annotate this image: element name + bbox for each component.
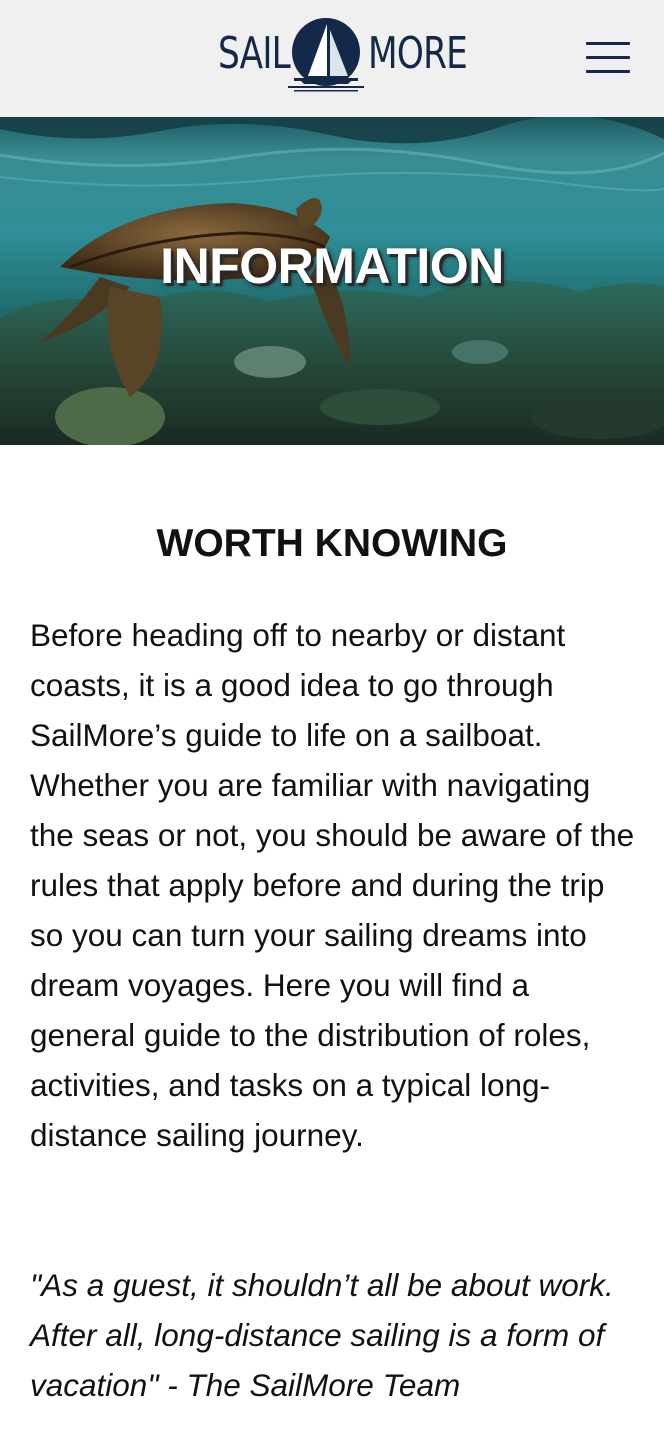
team-quote: "As a guest, it shouldn’t all be about w…: [30, 1267, 614, 1403]
logo-text-sail: SAIL: [218, 28, 291, 79]
sailboat-icon: [288, 18, 364, 92]
hero-title: INFORMATION: [160, 238, 504, 294]
logo-text-more: MORE: [368, 28, 468, 79]
section-heading: WORTH KNOWING: [156, 522, 508, 565]
hamburger-menu-icon[interactable]: [584, 40, 632, 76]
sailmore-logo[interactable]: SAIL MORE: [218, 16, 468, 92]
intro-paragraph: Before heading off to nearby or distant …: [30, 617, 635, 1153]
hero-banner: INFORMATION: [0, 117, 664, 445]
site-header: SAIL MORE: [0, 0, 664, 117]
